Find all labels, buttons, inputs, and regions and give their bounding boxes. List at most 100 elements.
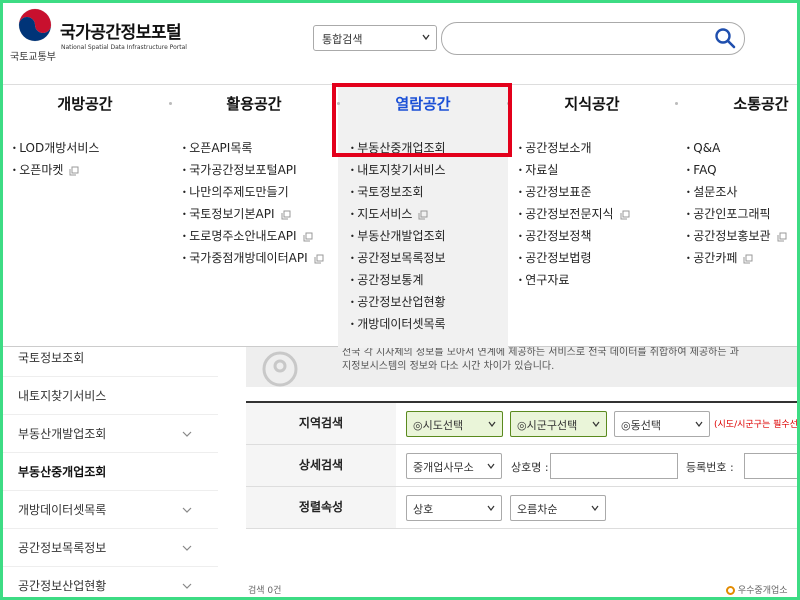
- menu-item[interactable]: 공간정보홍보관: [686, 227, 787, 249]
- menu-item[interactable]: 연구자료: [518, 271, 630, 293]
- menu-item[interactable]: 공간정보소개: [518, 139, 630, 161]
- menu-item-label: LOD개방서비스: [19, 141, 100, 155]
- sort-field-select[interactable]: 상호: [406, 495, 502, 521]
- menu-item[interactable]: 설문조사: [686, 183, 787, 205]
- taegeuk-emblem-icon[interactable]: [18, 8, 52, 42]
- menu-item[interactable]: 공간정보법령: [518, 249, 630, 271]
- menu-item-label: 공간정보목록정보: [357, 251, 446, 265]
- sidebar-item[interactable]: 공간정보목록정보: [0, 529, 218, 567]
- menu-item[interactable]: Q&A: [686, 139, 787, 161]
- chevron-down-icon: [182, 545, 192, 551]
- dong-select[interactable]: ◎동선택: [614, 411, 710, 437]
- sidebar: 국토정보조회내토지찾기서비스부동산개발업조회 부동산중개업조회개방데이터셋목록공간…: [0, 347, 218, 600]
- sidebar-item[interactable]: 부동산개발업조회: [0, 415, 218, 453]
- sort-field-value: 상호: [413, 503, 434, 516]
- menu-item-label: 공간정보법령: [525, 251, 592, 265]
- menu-item-label: 공간정보전문지식: [525, 207, 614, 221]
- sido-select[interactable]: ◎시도선택: [406, 411, 503, 437]
- menu-item[interactable]: 나만의주제도만들기: [182, 183, 324, 205]
- detail-type-value: 중개업사무소: [413, 461, 474, 474]
- menu-item-label: 자료실: [525, 163, 559, 177]
- menu-item[interactable]: 자료실: [518, 161, 630, 183]
- menu-item[interactable]: 공간정보산업현황: [350, 293, 446, 315]
- sort-order-select[interactable]: 오름차순: [510, 495, 606, 521]
- sidebar-item[interactable]: 공간정보산업현황: [0, 567, 218, 600]
- menu-header[interactable]: 활용공간: [170, 93, 338, 114]
- menu-item[interactable]: 공간정보전문지식: [518, 205, 630, 227]
- menu-item-label: 공간정보산업현황: [357, 295, 446, 309]
- search-button[interactable]: [712, 26, 738, 52]
- menu-header[interactable]: 지식공간: [508, 93, 676, 114]
- map-pin-icon: [262, 351, 298, 387]
- chevron-down-icon: [487, 505, 495, 511]
- dong-value: ◎동선택: [621, 419, 661, 432]
- menu-item-label: 공간정보통계: [357, 273, 424, 287]
- menu-item[interactable]: 도로명주소안내도API: [182, 227, 324, 249]
- sigungu-value: ◎시군구선택: [517, 419, 578, 432]
- menu-column-communication: 소통공간 Q&A FAQ 설문조사공간인포그래픽공간정보홍보관공간카페: [676, 85, 800, 348]
- menu-item-label: 연구자료: [525, 273, 570, 287]
- menu-item[interactable]: 공간정보표준: [518, 183, 630, 205]
- menu-item-label: 공간정보정책: [525, 229, 592, 243]
- menu-item[interactable]: 공간정보통계: [350, 271, 446, 293]
- menu-item[interactable]: 국가중점개방데이터API: [182, 249, 324, 271]
- chevron-down-icon: [695, 421, 703, 427]
- business-name-input[interactable]: [550, 453, 678, 479]
- menu-item-label: 오픈API목록: [189, 141, 253, 155]
- menu-item[interactable]: 국토정보기본API: [182, 205, 324, 227]
- sidebar-item-label: 국토정보조회: [18, 351, 85, 365]
- new-window-icon: [303, 232, 313, 241]
- search-input[interactable]: [456, 30, 706, 48]
- sidebar-item[interactable]: 개방데이터셋목록: [0, 491, 218, 529]
- menu-item[interactable]: 국가공간정보포털API: [182, 161, 324, 183]
- menu-item-label: 국토정보기본API: [189, 207, 275, 221]
- menu-item[interactable]: FAQ: [686, 161, 787, 183]
- menu-item-label: 국가중점개방데이터API: [189, 251, 308, 265]
- sidebar-item[interactable]: 내토지찾기서비스: [0, 377, 218, 415]
- new-window-icon: [620, 210, 630, 219]
- menu-item[interactable]: 국토정보조회: [350, 183, 446, 205]
- required-note: (시도/시군구는 필수선: [714, 420, 798, 430]
- menu-item[interactable]: 오픈API목록: [182, 139, 324, 161]
- new-window-icon: [69, 166, 79, 175]
- menu-column-utilization: 활용공간 오픈API목록국가공간정보포털API 나만의주제도만들기국토정보기본AP…: [170, 85, 338, 348]
- sidebar-item-label: 공간정보산업현황: [18, 579, 107, 593]
- menu-item[interactable]: 개방데이터셋목록: [350, 315, 445, 337]
- chevron-down-icon: [422, 34, 430, 41]
- menu-list: 공간정보소개자료실공간정보표준공간정보전문지식공간정보정책공간정보법령연구자료: [518, 139, 630, 293]
- excellent-broker-label: 우수중개업소: [737, 586, 788, 596]
- menu-header[interactable]: 개방공간: [0, 93, 170, 114]
- ministry-name: 국토교통부: [10, 52, 56, 63]
- sidebar-item[interactable]: 부동산중개업조회: [0, 453, 218, 491]
- search-scope-select[interactable]: 통합검색: [313, 25, 437, 51]
- result-count: 검색 0건: [248, 586, 282, 596]
- portal-title[interactable]: 국가공간정보포털: [60, 18, 182, 43]
- registration-number-input[interactable]: [744, 453, 800, 479]
- detail-type-select[interactable]: 중개업사무소: [406, 453, 502, 479]
- menu-item[interactable]: LOD개방서비스: [12, 139, 99, 161]
- sidebar-item-label: 개방데이터셋목록: [18, 503, 107, 517]
- menu-header[interactable]: 소통공간: [676, 93, 800, 114]
- menu-item[interactable]: 내토지찾기서비스: [350, 161, 445, 183]
- sigungu-select[interactable]: ◎시군구선택: [510, 411, 607, 437]
- menu-item-label: FAQ: [693, 163, 717, 177]
- search-icon: [715, 27, 736, 48]
- menu-item[interactable]: 공간정보목록정보: [350, 249, 446, 271]
- notice-banner: 전국 각 지자체의 정보를 모아서 연계에 제공하는 서비스로 전국 데이터를 …: [246, 347, 800, 387]
- menu-item[interactable]: 오픈마켓: [12, 161, 99, 183]
- detail-label: 상세검색: [246, 445, 396, 486]
- chevron-down-icon: [488, 421, 496, 427]
- sido-value: ◎시도선택: [413, 419, 464, 432]
- menu-item[interactable]: 공간인포그래픽: [686, 205, 787, 227]
- menu-item-label: 국가공간정보포털API: [189, 163, 297, 177]
- new-window-icon: [281, 210, 290, 219]
- menu-item-label: 공간인포그래픽: [693, 207, 771, 221]
- excellent-broker-badge[interactable]: 우수중개업소: [726, 583, 788, 596]
- menu-item-label: 공간정보표준: [525, 185, 592, 199]
- menu-item[interactable]: 공간정보정책: [518, 227, 630, 249]
- menu-item[interactable]: 지도서비스: [350, 205, 446, 227]
- menu-item[interactable]: 공간카페: [686, 249, 787, 271]
- sidebar-item-label: 내토지찾기서비스: [18, 389, 107, 403]
- search-form: 지역검색 ◎시도선택 ◎시군구선택 ◎동선택 (시도/시군구는 필수선 상세검색…: [246, 401, 800, 529]
- menu-item[interactable]: 부동산개발업조회: [350, 227, 445, 249]
